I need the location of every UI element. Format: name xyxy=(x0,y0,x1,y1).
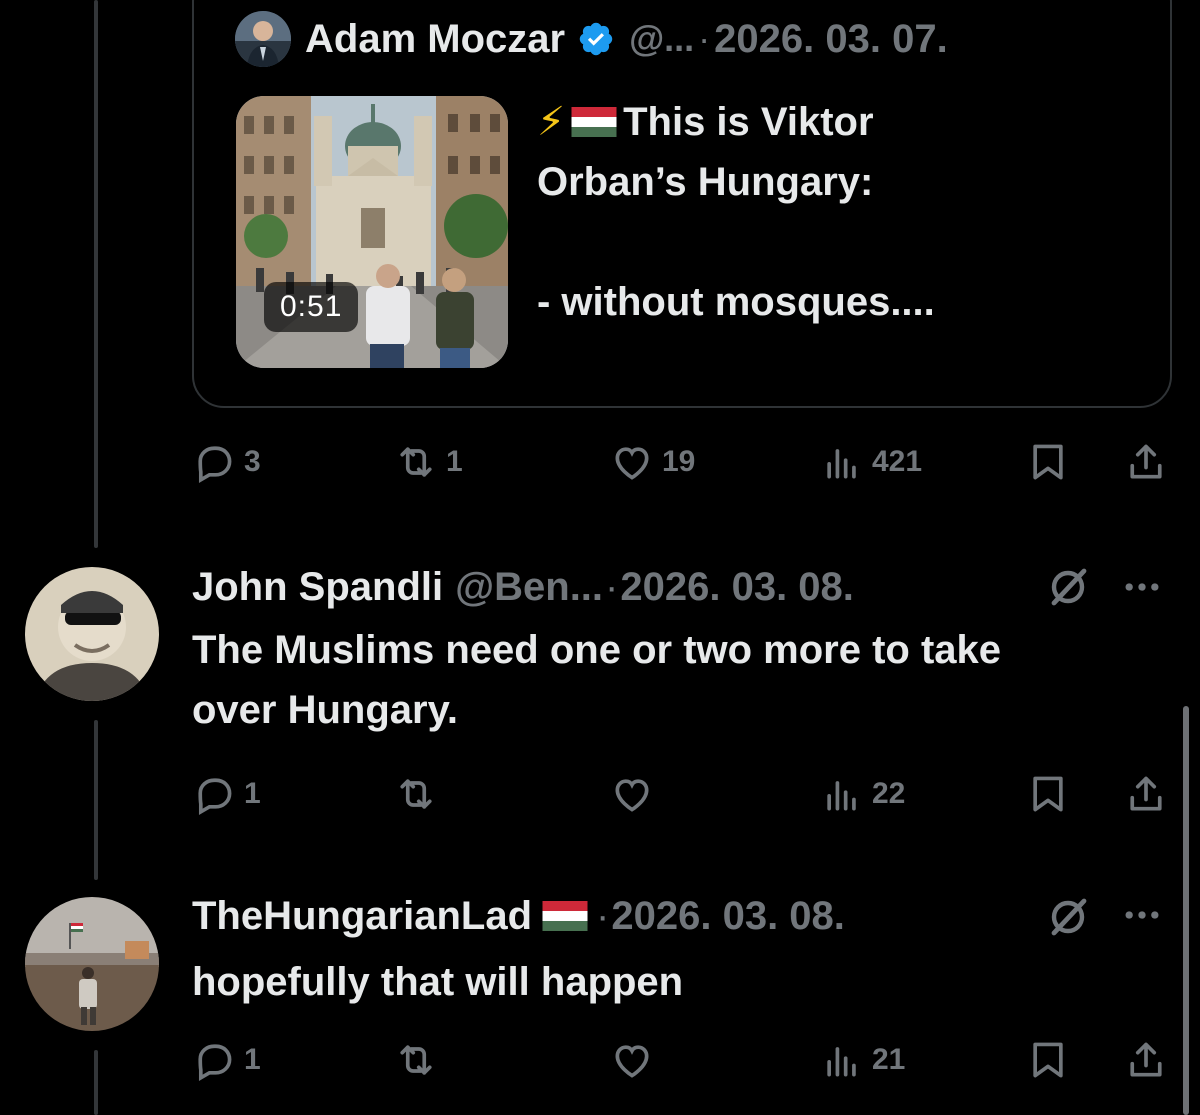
views-button[interactable]: 22 xyxy=(820,764,905,824)
views-count: 21 xyxy=(872,1043,906,1076)
author-name[interactable]: John Spandli xyxy=(192,565,443,610)
like-button[interactable]: 19 xyxy=(610,432,695,492)
quoted-text-line1: This is Viktor xyxy=(623,100,874,144)
bookmark-icon xyxy=(1033,776,1063,812)
author-name[interactable]: TheHungarianLad xyxy=(192,894,532,939)
reply-icon xyxy=(198,446,232,483)
thread-connector-line xyxy=(94,0,98,548)
reply-text: hopefully that will happen xyxy=(192,960,684,1004)
quoted-post-text: ⚡ This is Viktor Orban’s Hungary: - witho… xyxy=(537,92,1137,332)
quoted-post-actions: 3 1 19 421 xyxy=(192,432,1172,492)
grok-icon[interactable] xyxy=(1044,563,1092,611)
video-duration-badge: 0:51 xyxy=(264,282,359,332)
views-button[interactable]: 421 xyxy=(820,432,922,492)
reply-icon xyxy=(198,778,232,815)
repost-icon xyxy=(400,779,432,809)
reply-header: John Spandli @Ben... · 2026. 03. 08. xyxy=(192,557,854,617)
heart-icon xyxy=(615,1045,649,1078)
hungarian-flag-icon xyxy=(542,901,588,931)
repost-button[interactable] xyxy=(394,1030,438,1090)
like-button[interactable] xyxy=(610,764,654,824)
bookmark-icon xyxy=(1033,1042,1063,1078)
reply-actions: 1 22 xyxy=(192,764,1172,824)
reply-button[interactable]: 1 xyxy=(192,764,261,824)
avatar[interactable] xyxy=(235,11,291,67)
author-handle[interactable]: @Ben... xyxy=(455,565,603,610)
share-icon xyxy=(1130,776,1162,811)
verified-badge-icon xyxy=(579,22,613,56)
reply-button[interactable]: 3 xyxy=(192,432,261,492)
heart-icon xyxy=(615,779,649,812)
post-date[interactable]: 2026. 03. 08. xyxy=(611,894,845,939)
quoted-post-header: Adam Moczar @... · 2026. 03. 07. xyxy=(235,10,948,68)
separator-dot: · xyxy=(698,18,711,59)
like-button[interactable] xyxy=(610,1030,654,1090)
share-icon xyxy=(1130,444,1162,479)
reply-count: 1 xyxy=(244,1043,261,1076)
repost-count: 1 xyxy=(446,445,463,478)
more-options-icon[interactable] xyxy=(1120,893,1164,937)
separator-dot: · xyxy=(596,893,610,938)
video-thumbnail[interactable]: 0:51 xyxy=(236,96,508,368)
views-count: 22 xyxy=(872,777,906,810)
reply-count: 1 xyxy=(244,777,261,810)
post-date[interactable]: 2026. 03. 07. xyxy=(714,17,948,62)
bookmark-button[interactable] xyxy=(1026,764,1070,824)
repost-icon xyxy=(400,1045,432,1075)
author-handle[interactable]: @... xyxy=(629,18,694,60)
reply-icon xyxy=(198,1044,232,1081)
views-chart-icon xyxy=(827,781,856,811)
repost-button[interactable]: 1 xyxy=(394,432,463,492)
reply-text: The Muslims need one or two more to take… xyxy=(192,628,1002,732)
avatar[interactable] xyxy=(25,567,159,701)
repost-button[interactable] xyxy=(394,764,438,824)
views-count: 421 xyxy=(872,445,923,478)
scrollbar[interactable] xyxy=(1183,706,1189,1115)
hungarian-flag-icon xyxy=(571,107,617,137)
grok-icon[interactable] xyxy=(1044,893,1092,941)
views-button[interactable]: 21 xyxy=(820,1030,905,1090)
share-button[interactable] xyxy=(1124,432,1168,492)
bookmark-icon xyxy=(1033,444,1063,480)
reply-count: 3 xyxy=(244,445,261,478)
lightning-icon: ⚡ xyxy=(537,100,566,144)
bookmark-button[interactable] xyxy=(1026,432,1070,492)
author-name[interactable]: Adam Moczar xyxy=(305,17,565,62)
avatar[interactable] xyxy=(25,897,159,1031)
thread-connector-line xyxy=(94,720,98,880)
repost-icon xyxy=(400,447,432,477)
separator-dot: · xyxy=(605,564,619,609)
bookmark-button[interactable] xyxy=(1026,1030,1070,1090)
reply-actions: 1 21 xyxy=(192,1030,1172,1090)
more-options-icon[interactable] xyxy=(1120,565,1164,609)
share-button[interactable] xyxy=(1124,764,1168,824)
post-date[interactable]: 2026. 03. 08. xyxy=(620,565,854,610)
reply-header: TheHungarianLad · 2026. 03. 08. xyxy=(192,886,845,946)
quoted-text-body: Orban’s Hungary: - without mosques.... xyxy=(537,160,935,324)
share-button[interactable] xyxy=(1124,1030,1168,1090)
thread-connector-line xyxy=(94,1050,98,1115)
reply-button[interactable]: 1 xyxy=(192,1030,261,1090)
views-chart-icon xyxy=(827,449,856,479)
like-count: 19 xyxy=(662,445,696,478)
heart-icon xyxy=(615,447,649,480)
share-icon xyxy=(1130,1042,1162,1077)
views-chart-icon xyxy=(827,1047,856,1077)
